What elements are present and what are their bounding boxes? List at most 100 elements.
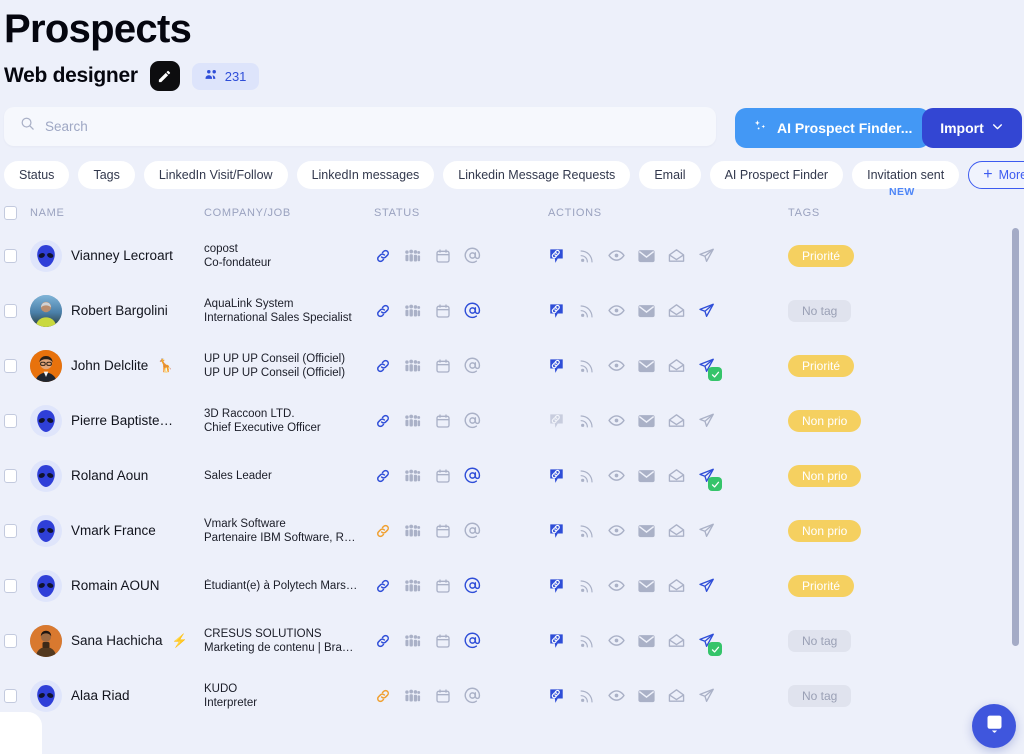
row-checkbox[interactable] [4, 688, 17, 703]
link-bubble-icon[interactable] [548, 302, 565, 319]
link-bubble-icon[interactable] [548, 357, 565, 374]
people-icon[interactable] [404, 412, 421, 429]
calendar-icon[interactable] [434, 357, 451, 374]
open-envelope-icon[interactable] [668, 247, 685, 264]
signal-icon[interactable] [578, 687, 595, 704]
row-select-cell[interactable] [4, 633, 30, 648]
calendar-icon[interactable] [434, 577, 451, 594]
link-bubble-icon[interactable] [548, 412, 565, 429]
paper-plane-icon[interactable] [698, 577, 715, 594]
signal-icon[interactable] [578, 357, 595, 374]
envelope-icon[interactable] [638, 357, 655, 374]
search-input[interactable] [45, 118, 700, 134]
table-row[interactable]: Robert Bargolini AquaLink System Interna… [0, 283, 1024, 338]
link-icon[interactable] [374, 357, 391, 374]
calendar-icon[interactable] [434, 302, 451, 319]
people-icon[interactable] [404, 467, 421, 484]
table-row[interactable]: Sana Hachicha ⚡ CRESUS SOLUTIONS Marketi… [0, 613, 1024, 668]
open-envelope-icon[interactable] [668, 632, 685, 649]
filter-chip-email[interactable]: Email [639, 161, 701, 189]
link-bubble-icon[interactable] [548, 247, 565, 264]
link-icon[interactable] [374, 302, 391, 319]
signal-icon[interactable] [578, 412, 595, 429]
search-box[interactable] [4, 106, 716, 146]
people-icon[interactable] [404, 577, 421, 594]
filter-chip-linkedin-message-requests[interactable]: Linkedin Message Requests [443, 161, 631, 189]
row-checkbox[interactable] [4, 248, 17, 263]
signal-icon[interactable] [578, 522, 595, 539]
link-bubble-icon[interactable] [548, 632, 565, 649]
envelope-icon[interactable] [638, 522, 655, 539]
signal-icon[interactable] [578, 302, 595, 319]
tag-badge[interactable]: No tag [788, 299, 852, 322]
row-select-cell[interactable] [4, 248, 30, 263]
link-bubble-icon[interactable] [548, 577, 565, 594]
more-filters-button[interactable]: + More filters [968, 161, 1024, 189]
at-icon[interactable] [464, 467, 481, 484]
eye-icon[interactable] [608, 632, 625, 649]
people-icon[interactable] [404, 632, 421, 649]
select-all-cell[interactable] [4, 206, 30, 220]
paper-plane-icon[interactable] [698, 522, 715, 539]
calendar-icon[interactable] [434, 687, 451, 704]
paper-plane-icon[interactable] [698, 632, 722, 656]
row-select-cell[interactable] [4, 303, 30, 318]
link-icon[interactable] [374, 247, 391, 264]
at-icon[interactable] [464, 577, 481, 594]
calendar-icon[interactable] [434, 632, 451, 649]
eye-icon[interactable] [608, 577, 625, 594]
import-button[interactable]: Import [922, 108, 1022, 148]
row-checkbox[interactable] [4, 358, 17, 373]
row-checkbox[interactable] [4, 523, 17, 538]
row-select-cell[interactable] [4, 578, 30, 593]
row-select-cell[interactable] [4, 468, 30, 483]
table-row[interactable]: Alaa Riad KUDO Interpreter No tag [0, 668, 1024, 723]
at-icon[interactable] [464, 632, 481, 649]
tag-badge[interactable]: Non prio [788, 519, 862, 542]
people-icon[interactable] [404, 357, 421, 374]
paper-plane-icon[interactable] [698, 357, 722, 381]
paper-plane-icon[interactable] [698, 302, 715, 319]
tag-badge[interactable]: Priorité [788, 244, 855, 267]
filter-chip-linkedin-messages[interactable]: LinkedIn messages [296, 161, 435, 189]
paper-plane-icon[interactable] [698, 247, 715, 264]
people-icon[interactable] [404, 247, 421, 264]
tag-badge[interactable]: Non prio [788, 464, 862, 487]
row-checkbox[interactable] [4, 578, 17, 593]
link-icon[interactable] [374, 467, 391, 484]
signal-icon[interactable] [578, 632, 595, 649]
link-bubble-icon[interactable] [548, 467, 565, 484]
signal-icon[interactable] [578, 577, 595, 594]
link-icon[interactable] [374, 522, 391, 539]
tag-badge[interactable]: Priorité [788, 574, 855, 597]
link-icon[interactable] [374, 412, 391, 429]
at-icon[interactable] [464, 247, 481, 264]
eye-icon[interactable] [608, 302, 625, 319]
at-icon[interactable] [464, 687, 481, 704]
link-bubble-icon[interactable] [548, 522, 565, 539]
paper-plane-icon[interactable] [698, 687, 715, 704]
tag-badge[interactable]: Priorité [788, 354, 855, 377]
select-all-checkbox[interactable] [4, 206, 17, 220]
row-select-cell[interactable] [4, 358, 30, 373]
row-select-cell[interactable] [4, 688, 30, 703]
row-checkbox[interactable] [4, 413, 17, 428]
table-row[interactable]: Pierre Baptiste… 3D Raccoon LTD. Chief E… [0, 393, 1024, 448]
table-row[interactable]: Vianney Lecroart copost Co-fondateur Pri… [0, 228, 1024, 283]
tag-badge[interactable]: No tag [788, 629, 852, 652]
filter-chip-invitation-sent[interactable]: Invitation sent [852, 161, 960, 189]
filter-chip-ai-prospect-finder[interactable]: AI Prospect Finder [709, 161, 844, 189]
link-icon[interactable] [374, 577, 391, 594]
calendar-icon[interactable] [434, 522, 451, 539]
link-icon[interactable] [374, 632, 391, 649]
link-bubble-icon[interactable] [548, 687, 565, 704]
signal-icon[interactable] [578, 247, 595, 264]
table-row[interactable]: Roland Aoun Sales Leader Non prio [0, 448, 1024, 503]
row-checkbox[interactable] [4, 633, 17, 648]
envelope-icon[interactable] [638, 302, 655, 319]
open-envelope-icon[interactable] [668, 412, 685, 429]
people-icon[interactable] [404, 522, 421, 539]
table-row[interactable]: Vmark France Vmark Software Partenaire I… [0, 503, 1024, 558]
chat-support-button[interactable] [972, 704, 1016, 748]
row-select-cell[interactable] [4, 523, 30, 538]
